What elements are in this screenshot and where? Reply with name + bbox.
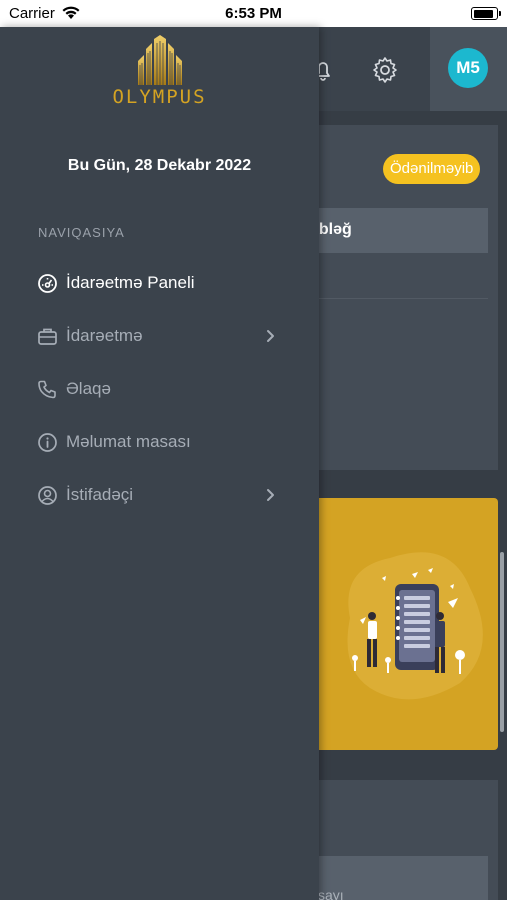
briefcase-icon [37, 326, 58, 347]
nav-label: İstifadəçi [66, 485, 134, 504]
nav-label: Əlaqə [66, 379, 111, 398]
current-date: Bu Gün, 28 Dekabr 2022 [67, 157, 252, 174]
avatar[interactable]: M5 [448, 48, 488, 88]
chevron-right-icon [265, 486, 277, 504]
bottom-field-label: sayı [318, 887, 344, 900]
nav-item-dashboard[interactable]: İdarəetmə Paneli [0, 261, 319, 305]
nav-item-contact[interactable]: Əlaqə [0, 367, 319, 411]
promo-illustration-card [300, 498, 498, 750]
nav-item-management[interactable]: İdarəetmə [0, 314, 319, 358]
table-divider [300, 298, 488, 299]
info-icon [37, 432, 58, 453]
nav-item-user[interactable]: İstifadəçi [0, 473, 319, 517]
logo-text: OLYMPUS [112, 86, 207, 108]
user-circle-icon [37, 485, 58, 506]
status-bar: Carrier 6:53 PM [0, 0, 507, 27]
nav-label: İdarəetmə [66, 326, 143, 345]
nav-label: İdarəetmə Paneli [66, 273, 195, 292]
dashboard-icon [37, 273, 58, 294]
battery-icon [471, 7, 501, 20]
phone-icon [37, 379, 58, 400]
people-phone-illustration [347, 552, 483, 700]
scrollbar[interactable] [500, 552, 504, 732]
nav-label: Məlumat masası [66, 432, 191, 451]
navigation-drawer: OLYMPUS Bu Gün, 28 Dekabr 2022 NAVIQASIY… [0, 27, 319, 900]
avatar-container[interactable]: M5 [430, 27, 507, 111]
chevron-right-icon [265, 327, 277, 345]
status-badge: Ödənilməyib [383, 154, 481, 184]
clock: 6:53 PM [225, 5, 282, 22]
nav-item-helpdesk[interactable]: Məlumat masası [0, 420, 319, 464]
section-title: NAVIQASIYA [38, 225, 125, 240]
gear-icon[interactable] [370, 55, 400, 85]
